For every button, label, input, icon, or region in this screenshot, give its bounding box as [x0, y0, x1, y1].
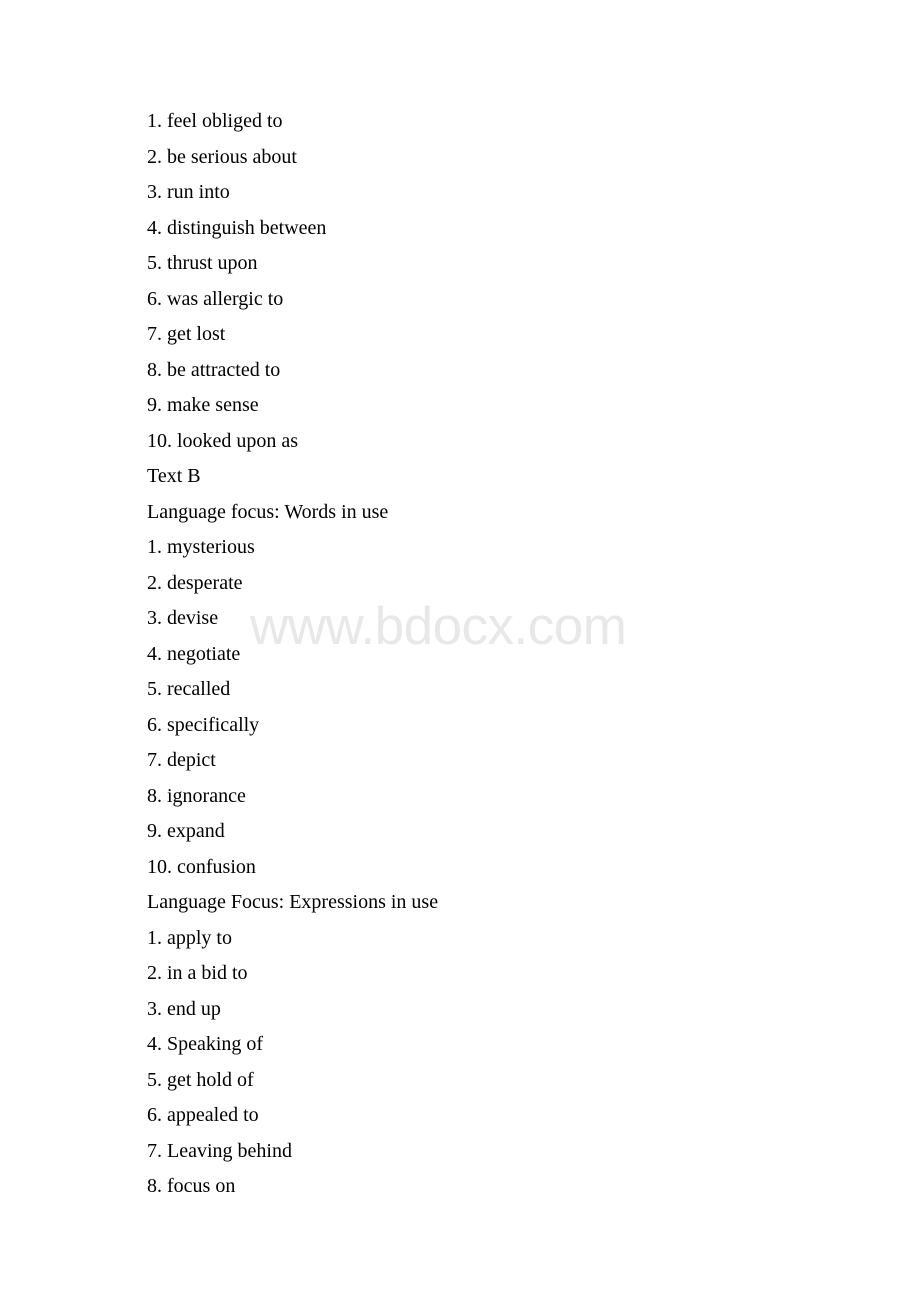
section-heading-text-b: Text B [147, 465, 201, 487]
answer-line: 6. was allergic to [147, 287, 284, 310]
answer-line: 2. be serious about [147, 145, 297, 168]
answer-line: 1. mysterious [147, 536, 255, 558]
answer-line: 3. end up [147, 997, 221, 1020]
answer-line: 9. make sense [147, 394, 259, 416]
answer-line: 6. appealed to [147, 1104, 259, 1126]
answer-line: 8. ignorance [147, 784, 246, 807]
answer-line: 5. recalled [147, 678, 231, 700]
answer-line: 8. be attracted to [147, 358, 281, 381]
answer-line: 2. in a bid to [147, 962, 248, 984]
answer-line: 5. get hold of [147, 1068, 254, 1091]
answer-line: 6. specifically [147, 713, 260, 736]
answer-line: 7. Leaving behind [147, 1139, 292, 1162]
section-heading-words-in-use: Language focus: Words in use [147, 500, 389, 523]
answer-line: 7. depict [147, 749, 216, 771]
answer-line: 1. feel obliged to [147, 110, 283, 132]
answer-line: 3. run into [147, 181, 230, 203]
answer-line: 8. focus on [147, 1175, 236, 1197]
answer-line: 10. confusion [147, 855, 256, 878]
answer-line: 7. get lost [147, 323, 226, 345]
answer-line: 4. distinguish between [147, 216, 327, 239]
answer-line: 4. Speaking of [147, 1033, 264, 1055]
answer-line: 10. looked upon as [147, 429, 299, 452]
answer-line: 4. negotiate [147, 642, 241, 665]
answer-line: 2. desperate [147, 571, 243, 594]
answer-line: 5. thrust upon [147, 252, 258, 274]
answer-line: 9. expand [147, 820, 225, 842]
document-page: www.bdocx.com 1. feel obliged to 2. be s… [0, 0, 920, 1302]
answer-line: 3. devise [147, 607, 219, 629]
section-heading-expressions-in-use: Language Focus: Expressions in use [147, 891, 439, 913]
answer-line: 1. apply to [147, 926, 232, 949]
document-body: 1. feel obliged to 2. be serious about 3… [147, 104, 880, 1205]
